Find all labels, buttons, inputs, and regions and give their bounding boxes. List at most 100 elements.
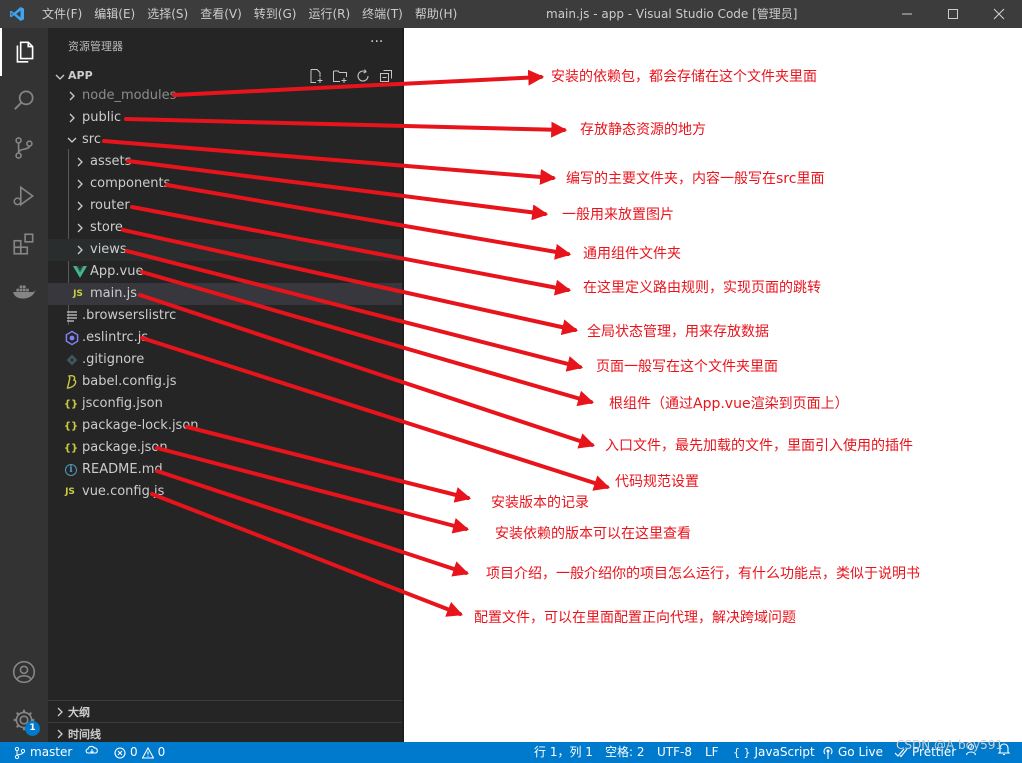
extensions-button[interactable] (0, 220, 48, 268)
indentation[interactable]: 空格: 2 (605, 742, 645, 763)
encoding[interactable]: UTF-8 (657, 742, 692, 763)
menu-edit[interactable]: 编辑(E) (88, 0, 141, 28)
tree-item-browserslistrc[interactable]: .browserslistrc (48, 305, 402, 327)
menu-file[interactable]: 文件(F) (36, 0, 88, 28)
lines-icon (67, 311, 77, 322)
status-bar: master 0 0 行 1，列 1 空格: 2 UTF-8 LF { } Ja… (0, 742, 1022, 763)
menu-selection[interactable]: 选择(S) (141, 0, 194, 28)
tree-item-main-js[interactable]: JS main.js (48, 283, 402, 305)
tree-item-components[interactable]: components (48, 173, 402, 195)
chevron-right-icon (69, 113, 75, 123)
vscode-logo-icon (10, 7, 24, 21)
annotation-readme: 项目介绍，一般介绍你的项目怎么运行，有什么功能点，类似于说明书 (486, 566, 920, 582)
manage-button[interactable] (0, 696, 48, 744)
new-file-icon[interactable] (308, 68, 324, 84)
docker-button[interactable] (0, 268, 48, 316)
minimize-button[interactable] (884, 0, 930, 28)
annotation-assets: 一般用来放置图片 (562, 207, 674, 223)
chevron-down-icon (67, 137, 77, 143)
refresh-icon[interactable] (355, 68, 371, 84)
tree-item-label: .eslintrc.js (82, 330, 149, 345)
end-of-line[interactable]: LF (705, 742, 719, 763)
tree-item-node-modules[interactable]: node_modules (48, 85, 402, 107)
chevron-right-icon (77, 245, 83, 255)
editor-area[interactable] (402, 28, 1022, 742)
accounts-button[interactable] (0, 648, 48, 696)
new-folder-icon[interactable] (332, 68, 348, 84)
annotation-router: 在这里定义路由规则，实现页面的跳转 (583, 280, 821, 296)
menu-view[interactable]: 查看(V) (194, 0, 248, 28)
outline-section[interactable]: 大纲 (48, 700, 402, 722)
menu-bar: 文件(F) 编辑(E) 选择(S) 查看(V) 转到(G) 运行(R) 终端(T… (36, 0, 463, 28)
tree-item-store[interactable]: store (48, 217, 402, 239)
watermark: CSDN @A boy591 (896, 738, 1004, 752)
close-button[interactable] (976, 0, 1022, 28)
tree-item-router[interactable]: router (48, 195, 402, 217)
error-icon (114, 746, 126, 759)
tree-item-label: public (82, 110, 122, 125)
language-mode[interactable]: { } JavaScript (733, 742, 815, 763)
json-icon: {} (63, 420, 79, 432)
account-icon (12, 660, 36, 684)
search-icon (14, 90, 34, 110)
tree-item-babel-config[interactable]: babel.config.js (48, 371, 402, 393)
json-icon: {} (63, 442, 79, 454)
chevron-right-icon (77, 179, 83, 189)
docker-icon (13, 285, 36, 299)
extensions-icon (13, 233, 34, 255)
tree-item-jsconfig[interactable]: {} jsconfig.json (48, 393, 402, 415)
tree-item-package-lock[interactable]: {} package-lock.json (48, 415, 402, 437)
tree-item-label: assets (90, 154, 132, 169)
menu-run[interactable]: 运行(R) (302, 0, 356, 28)
annotation-package-json: 安装依赖的版本可以在这里查看 (495, 526, 691, 542)
tree-item-src[interactable]: src (48, 129, 402, 151)
chevron-right-icon (69, 91, 75, 101)
source-control-button[interactable] (0, 124, 48, 172)
go-live-item[interactable]: Go Live (822, 742, 883, 763)
braces-icon: { } (733, 746, 751, 759)
minimize-icon (902, 13, 912, 15)
more-actions-button[interactable]: ··· (370, 34, 383, 50)
menu-help[interactable]: 帮助(H) (409, 0, 463, 28)
branch-item[interactable]: master (14, 742, 72, 763)
chevron-right-icon (57, 707, 63, 717)
cursor-position[interactable]: 行 1，列 1 (534, 742, 593, 763)
sidebar-title: 资源管理器 (68, 40, 123, 53)
explorer-button[interactable] (0, 28, 48, 76)
tree-item-label: store (90, 220, 123, 235)
js-icon: JS (73, 289, 83, 299)
activity-bar: 1 (0, 28, 48, 742)
warning-count: 0 (157, 745, 166, 759)
maximize-icon (948, 9, 958, 19)
tree-item-app-vue[interactable]: App.vue (48, 261, 402, 283)
menu-terminal[interactable]: 终端(T) (356, 0, 409, 28)
sync-item[interactable] (84, 742, 100, 756)
annotation-views: 页面一般写在这个文件夹里面 (596, 359, 778, 375)
timeline-section[interactable]: 时间线 (48, 722, 402, 744)
tree-item-views[interactable]: views (48, 239, 402, 261)
tree-item-label: src (82, 132, 101, 147)
tree-item-label: components (90, 176, 171, 191)
run-debug-button[interactable] (0, 172, 48, 220)
tree-item-label: package.json (82, 440, 168, 455)
chevron-right-icon (77, 157, 83, 167)
problems-item[interactable]: 0 0 (114, 742, 165, 763)
tree-item-assets[interactable]: assets (48, 151, 402, 173)
search-button[interactable] (0, 76, 48, 124)
annotation-app-vue: 根组件（通过App.vue渲染到页面上） (609, 396, 849, 412)
vue-icon (73, 266, 87, 278)
tree-item-package-json[interactable]: {} package.json (48, 437, 402, 459)
vscode-window: 文件(F) 编辑(E) 选择(S) 查看(V) 转到(G) 运行(R) 终端(T… (0, 0, 1022, 763)
annotation-package-lock: 安装版本的记录 (491, 495, 589, 511)
maximize-button[interactable] (930, 0, 976, 28)
tree-item-public[interactable]: public (48, 107, 402, 129)
tree-item-readme[interactable]: i README.md (48, 459, 402, 481)
tree-item-gitignore[interactable]: .gitignore (48, 349, 402, 371)
annotation-eslintrc: 代码规范设置 (615, 474, 699, 490)
collapse-all-icon[interactable] (378, 68, 394, 84)
source-control-icon (15, 137, 33, 159)
annotation-store: 全局状态管理，用来存放数据 (587, 324, 769, 340)
menu-go[interactable]: 转到(G) (248, 0, 303, 28)
tree-item-vue-config[interactable]: JS vue.config.js (48, 481, 402, 503)
tree-item-eslintrc[interactable]: .eslintrc.js (48, 327, 402, 349)
